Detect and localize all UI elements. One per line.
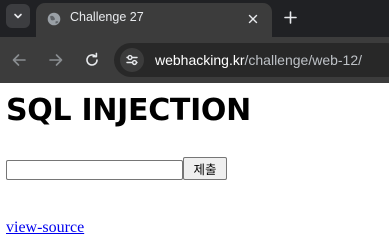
new-tab-button[interactable] bbox=[280, 7, 300, 27]
browser-toolbar: webhacking.kr/challenge/web-12/ bbox=[0, 37, 389, 83]
site-info-button[interactable] bbox=[120, 48, 144, 72]
url-path: /challenge/web-12/ bbox=[244, 52, 363, 68]
query-input[interactable] bbox=[6, 160, 183, 180]
reload-button[interactable] bbox=[82, 50, 102, 70]
tune-icon bbox=[126, 54, 138, 66]
tab-search-button[interactable] bbox=[6, 4, 30, 28]
view-source-link[interactable]: view-source bbox=[6, 219, 84, 237]
globe-icon bbox=[47, 12, 61, 26]
page-title: SQL INJECTION bbox=[6, 93, 251, 128]
tab-strip: Challenge 27 bbox=[0, 0, 389, 37]
tab-title: Challenge 27 bbox=[70, 10, 144, 24]
submit-button[interactable]: 제출 bbox=[183, 157, 227, 180]
forward-button[interactable] bbox=[46, 50, 66, 70]
tab-close-button[interactable] bbox=[244, 10, 262, 28]
close-icon bbox=[248, 14, 258, 24]
url-host: webhacking.kr bbox=[155, 52, 245, 68]
arrow-left-icon bbox=[12, 54, 26, 66]
page-content: SQL INJECTION 제출 view-source bbox=[0, 83, 389, 244]
browser-tab[interactable]: Challenge 27 bbox=[36, 3, 272, 37]
reload-icon bbox=[86, 52, 98, 66]
plus-icon bbox=[283, 10, 297, 24]
chevron-down-icon bbox=[14, 13, 22, 19]
url-text[interactable]: webhacking.kr/challenge/web-12/ bbox=[155, 52, 362, 68]
address-bar[interactable]: webhacking.kr/challenge/web-12/ bbox=[114, 43, 389, 77]
arrow-right-icon bbox=[49, 54, 63, 66]
back-button[interactable] bbox=[9, 50, 29, 70]
